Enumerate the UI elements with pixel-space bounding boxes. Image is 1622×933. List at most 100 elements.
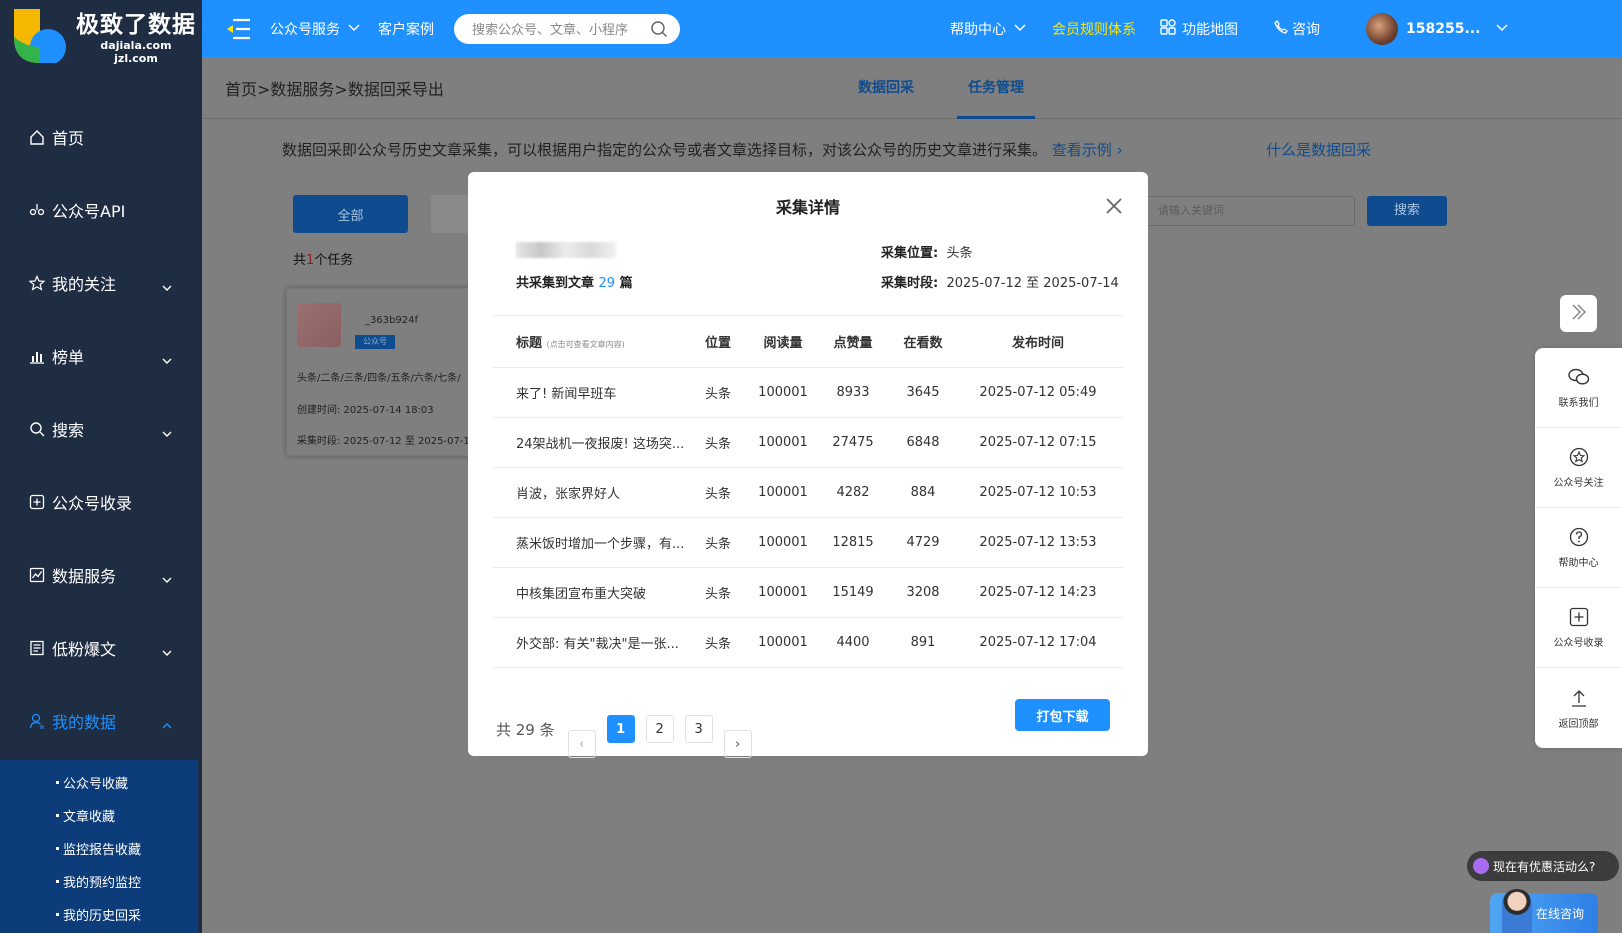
cell-published: 2025-07-12 10:53 bbox=[979, 485, 1097, 500]
online-consult-button[interactable]: 在线咨询 bbox=[1490, 889, 1598, 933]
cell-position: 头条 bbox=[704, 587, 731, 602]
page-button[interactable]: 1 bbox=[606, 715, 635, 743]
cell-reads: 100001 bbox=[758, 535, 808, 550]
chevron-down-icon bbox=[348, 21, 360, 37]
view-example-link[interactable]: 查看示例 bbox=[1052, 141, 1112, 159]
follow-account-button[interactable]: 公众号关注 bbox=[1535, 428, 1622, 508]
service-menu[interactable]: 公众号服务 bbox=[270, 19, 360, 39]
cell-watching: 6848 bbox=[906, 435, 940, 450]
collection-position-value: 头条 bbox=[946, 246, 973, 261]
top-bar: 公众号服务 客户案例 搜索公众号、文章、小程序 帮助中心 会员规则体系 功能地图… bbox=[202, 0, 1622, 57]
cell-likes: 8933 bbox=[836, 385, 870, 400]
submenu-item-report-favorites[interactable]: 监控报告收藏 bbox=[0, 832, 198, 865]
sidebar-item-data-service[interactable]: 数据服务 bbox=[0, 538, 202, 611]
brand-name: 极致了数据 bbox=[76, 12, 196, 38]
cell-watching: 3645 bbox=[906, 385, 940, 400]
submenu-item-article-favorites[interactable]: 文章收藏 bbox=[0, 799, 198, 832]
next-page-button[interactable]: › bbox=[723, 730, 752, 758]
member-rules-link[interactable]: 会员规则体系 bbox=[1052, 19, 1136, 39]
brand-domain-alt: jzl.com bbox=[114, 52, 158, 65]
submenu-item-history-collection[interactable]: 我的历史回采 bbox=[0, 898, 198, 931]
column-watching: 在看数 bbox=[903, 336, 943, 351]
sidebar-item-follow[interactable]: 我的关注 bbox=[0, 246, 202, 319]
tab-data-collection[interactable]: 数据回采 bbox=[858, 57, 914, 119]
sidebar-item-label: 首页 bbox=[52, 128, 85, 148]
online-consult-label: 在线咨询 bbox=[1535, 906, 1584, 921]
float-item-label: 返回顶部 bbox=[1558, 718, 1599, 730]
menu-toggle-icon[interactable] bbox=[224, 14, 254, 44]
sidebar-item-label: 搜索 bbox=[52, 420, 85, 440]
consult-link[interactable]: 咨询 bbox=[1274, 19, 1320, 39]
cell-reads: 100001 bbox=[758, 435, 808, 450]
keyword-input[interactable]: 请输入关键词 bbox=[1145, 196, 1355, 226]
float-panel: 联系我们 公众号关注 帮助中心 公众号收录 返回顶部 bbox=[1535, 348, 1622, 748]
download-package-button[interactable]: 打包下载 bbox=[1015, 699, 1110, 731]
help-center-button[interactable]: 帮助中心 bbox=[1535, 508, 1622, 588]
sidebar-item-viral[interactable]: 低粉爆文 bbox=[0, 611, 202, 684]
cell-published: 2025-07-12 05:49 bbox=[979, 385, 1097, 400]
contact-us-button[interactable]: 联系我们 bbox=[1535, 348, 1622, 428]
sidebar-item-search[interactable]: 搜索 bbox=[0, 392, 202, 465]
back-to-top-button[interactable]: 返回顶部 bbox=[1535, 668, 1622, 748]
article-title-link[interactable]: 肖波，张家界好人 bbox=[493, 483, 693, 502]
sidebar-item-my-data[interactable]: 我的数据 bbox=[0, 684, 202, 757]
plus-square-icon bbox=[28, 493, 46, 511]
cell-likes: 12815 bbox=[832, 535, 874, 550]
article-title-link[interactable]: 来了! 新闻早班车 bbox=[493, 383, 693, 402]
submenu-item-scheduled-monitor[interactable]: 我的预约监控 bbox=[0, 865, 198, 898]
sidebar-item-include[interactable]: 公众号收录 bbox=[0, 465, 202, 538]
collected-total-number: 29 bbox=[598, 276, 616, 291]
function-map-link[interactable]: 功能地图 bbox=[1160, 18, 1238, 39]
sidebar-item-home[interactable]: 首页 bbox=[0, 100, 202, 173]
sidebar-item-label: 公众号收录 bbox=[52, 493, 133, 513]
task-card[interactable]: _363b924f 公众号 头条/二条/三条/四条/五条/六条/七条/ 创建时间… bbox=[286, 288, 476, 456]
cell-position: 头条 bbox=[704, 487, 731, 502]
page-button[interactable]: 2 bbox=[645, 715, 674, 743]
article-title-link[interactable]: 中核集团宣布重大突破 bbox=[493, 583, 693, 602]
search-icon[interactable] bbox=[650, 20, 668, 42]
help-center-menu[interactable]: 帮助中心 bbox=[950, 19, 1026, 39]
collection-position: 采集位置: 头条 bbox=[881, 242, 972, 261]
sidebar-nav: 首页 公众号API 我的关注 榜单 搜索 公众号收录 数据服务 低粉爆文 我的数… bbox=[0, 100, 202, 757]
cell-position: 头条 bbox=[704, 537, 731, 552]
agent-avatar bbox=[1502, 889, 1532, 933]
cases-link[interactable]: 客户案例 bbox=[378, 19, 434, 39]
close-icon[interactable] bbox=[1104, 196, 1124, 216]
promo-bubble[interactable]: 现在有优惠活动么? bbox=[1467, 851, 1619, 881]
article-title-link[interactable]: 24架战机一夜报废! 这场突... bbox=[493, 433, 693, 452]
sidebar-item-api[interactable]: 公众号API bbox=[0, 173, 202, 246]
chevron-down-icon bbox=[162, 351, 172, 370]
include-account-button[interactable]: 公众号收录 bbox=[1535, 588, 1622, 668]
line-chart-icon bbox=[28, 566, 46, 584]
filter-button[interactable] bbox=[431, 195, 471, 233]
task-count: 共1个任务 bbox=[293, 249, 353, 268]
global-search-input[interactable]: 搜索公众号、文章、小程序 bbox=[454, 13, 680, 44]
bar-chart-icon bbox=[28, 347, 46, 365]
what-is-collection-link[interactable]: 什么是数据回采 bbox=[1266, 139, 1371, 160]
task-period: 采集时段: 2025-07-12 至 2025-07-1 bbox=[297, 436, 470, 447]
submenu-item-account-favorites[interactable]: 公众号收藏 bbox=[0, 766, 198, 799]
article-title-link[interactable]: 蒸米饭时增加一个步骤，有... bbox=[493, 533, 693, 552]
logo-icon bbox=[12, 7, 68, 65]
user-menu[interactable]: 158255... bbox=[1366, 12, 1508, 45]
page-button[interactable]: 3 bbox=[684, 715, 713, 743]
table-row: 肖波，张家界好人 头条 100001 4282 884 2025-07-12 1… bbox=[493, 468, 1123, 518]
tab-task-management[interactable]: 任务管理 bbox=[957, 57, 1035, 119]
sidebar: 极致了数据 dajiala.com jzl.com 首页 公众号API 我的关注… bbox=[0, 0, 202, 933]
intro-text: 数据回采即公众号历史文章采集，可以根据用户指定的公众号或者文章选择目标，对该公众… bbox=[282, 139, 1123, 160]
sidebar-item-ranking[interactable]: 榜单 bbox=[0, 319, 202, 392]
column-title-label: 标题 bbox=[516, 336, 543, 351]
expand-panel-button[interactable] bbox=[1560, 295, 1597, 332]
prev-page-button[interactable]: ‹ bbox=[567, 730, 596, 758]
breadcrumb: 首页>数据服务>数据回采导出 bbox=[225, 79, 444, 99]
cell-likes: 27475 bbox=[832, 435, 874, 450]
collection-position-label: 采集位置: bbox=[881, 246, 939, 261]
filter-all-button[interactable]: 全部 bbox=[293, 195, 408, 233]
float-item-label: 联系我们 bbox=[1558, 398, 1599, 409]
blurred-account-name bbox=[516, 242, 616, 258]
article-title-link[interactable]: 外交部: 有关"裁决"是一张... bbox=[493, 633, 693, 652]
cell-likes: 15149 bbox=[832, 585, 874, 600]
keyword-search-button[interactable]: 搜索 bbox=[1367, 196, 1447, 226]
brand-logo[interactable]: 极致了数据 dajiala.com jzl.com bbox=[0, 0, 202, 70]
service-menu-label: 公众号服务 bbox=[270, 21, 340, 38]
